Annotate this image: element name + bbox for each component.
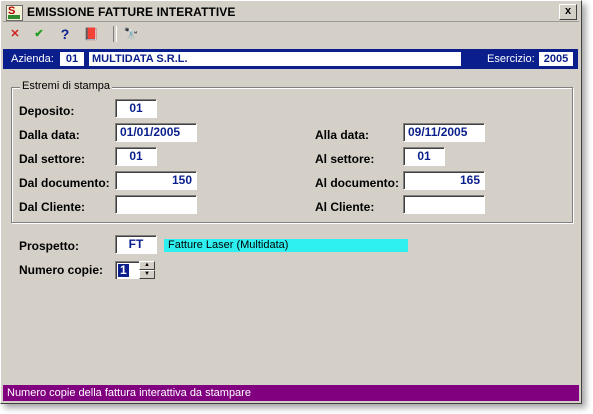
deposito-label: Deposito: [19,104,75,118]
app-icon: S [6,5,23,21]
numero-copie-spinner[interactable]: 1 ▲ ▼ [115,261,155,279]
numero-copie-label: Numero copie: [19,263,104,277]
cancel-icon[interactable]: ✕ [5,25,25,43]
dal-documento-field[interactable]: 150 [115,171,197,190]
help-icon[interactable]: ? [55,25,75,43]
spinner-arrows: ▲ ▼ [139,261,155,279]
numero-copie-value: 1 [118,263,129,277]
toolbar-separator [113,26,117,42]
esercizio-value: 2005 [539,52,573,66]
close-button[interactable]: x [559,4,577,20]
azienda-code: 01 [60,52,84,66]
book-icon[interactable]: 📕 [81,25,101,43]
al-documento-field[interactable]: 165 [403,171,485,190]
al-cliente-label: Al Cliente: [315,200,375,214]
print-range-group: Estremi di stampa [11,80,573,223]
company-bar: Azienda: 01 MULTIDATA S.R.L. Esercizio: … [3,49,578,69]
dalla-data-label: Dalla data: [19,128,80,142]
dal-documento-label: Dal documento: [19,176,110,190]
dal-settore-field[interactable]: 01 [115,147,157,166]
binoculars-icon[interactable]: 🔭 [121,25,141,43]
esercizio-label: Esercizio: [487,53,535,65]
al-settore-label: Al settore: [315,152,375,166]
window-title: EMISSIONE FATTURE INTERATTIVE [27,5,236,19]
al-cliente-field[interactable] [403,195,485,214]
prospetto-field[interactable]: FT [115,235,157,254]
group-title: Estremi di stampa [20,80,113,92]
spin-up-icon[interactable]: ▲ [139,261,155,270]
status-bar: Numero copie della fattura interattiva d… [3,385,579,401]
main-window: S EMISSIONE FATTURE INTERATTIVE x ✕ ✔ ? … [0,0,582,404]
confirm-icon[interactable]: ✔ [29,25,49,43]
azienda-label: Azienda: [11,53,54,65]
prospetto-label: Prospetto: [19,239,79,253]
spin-down-icon[interactable]: ▼ [139,270,155,279]
numero-copie-field[interactable]: 1 [115,261,139,279]
prospetto-description: Fatture Laser (Multidata) [164,239,408,252]
alla-data-field[interactable]: 09/11/2005 [403,123,485,142]
dalla-data-field[interactable]: 01/01/2005 [115,123,197,142]
al-settore-field[interactable]: 01 [403,147,445,166]
al-documento-label: Al documento: [315,176,399,190]
deposito-field[interactable]: 01 [115,99,157,118]
alla-data-label: Alla data: [315,128,370,142]
dal-cliente-label: Dal Cliente: [19,200,86,214]
dal-cliente-field[interactable] [115,195,197,214]
title-bar: S EMISSIONE FATTURE INTERATTIVE x [3,3,579,22]
toolbar: ✕ ✔ ? 📕 🔭 [3,23,579,45]
azienda-name: MULTIDATA S.R.L. [89,52,461,66]
dal-settore-label: Dal settore: [19,152,86,166]
